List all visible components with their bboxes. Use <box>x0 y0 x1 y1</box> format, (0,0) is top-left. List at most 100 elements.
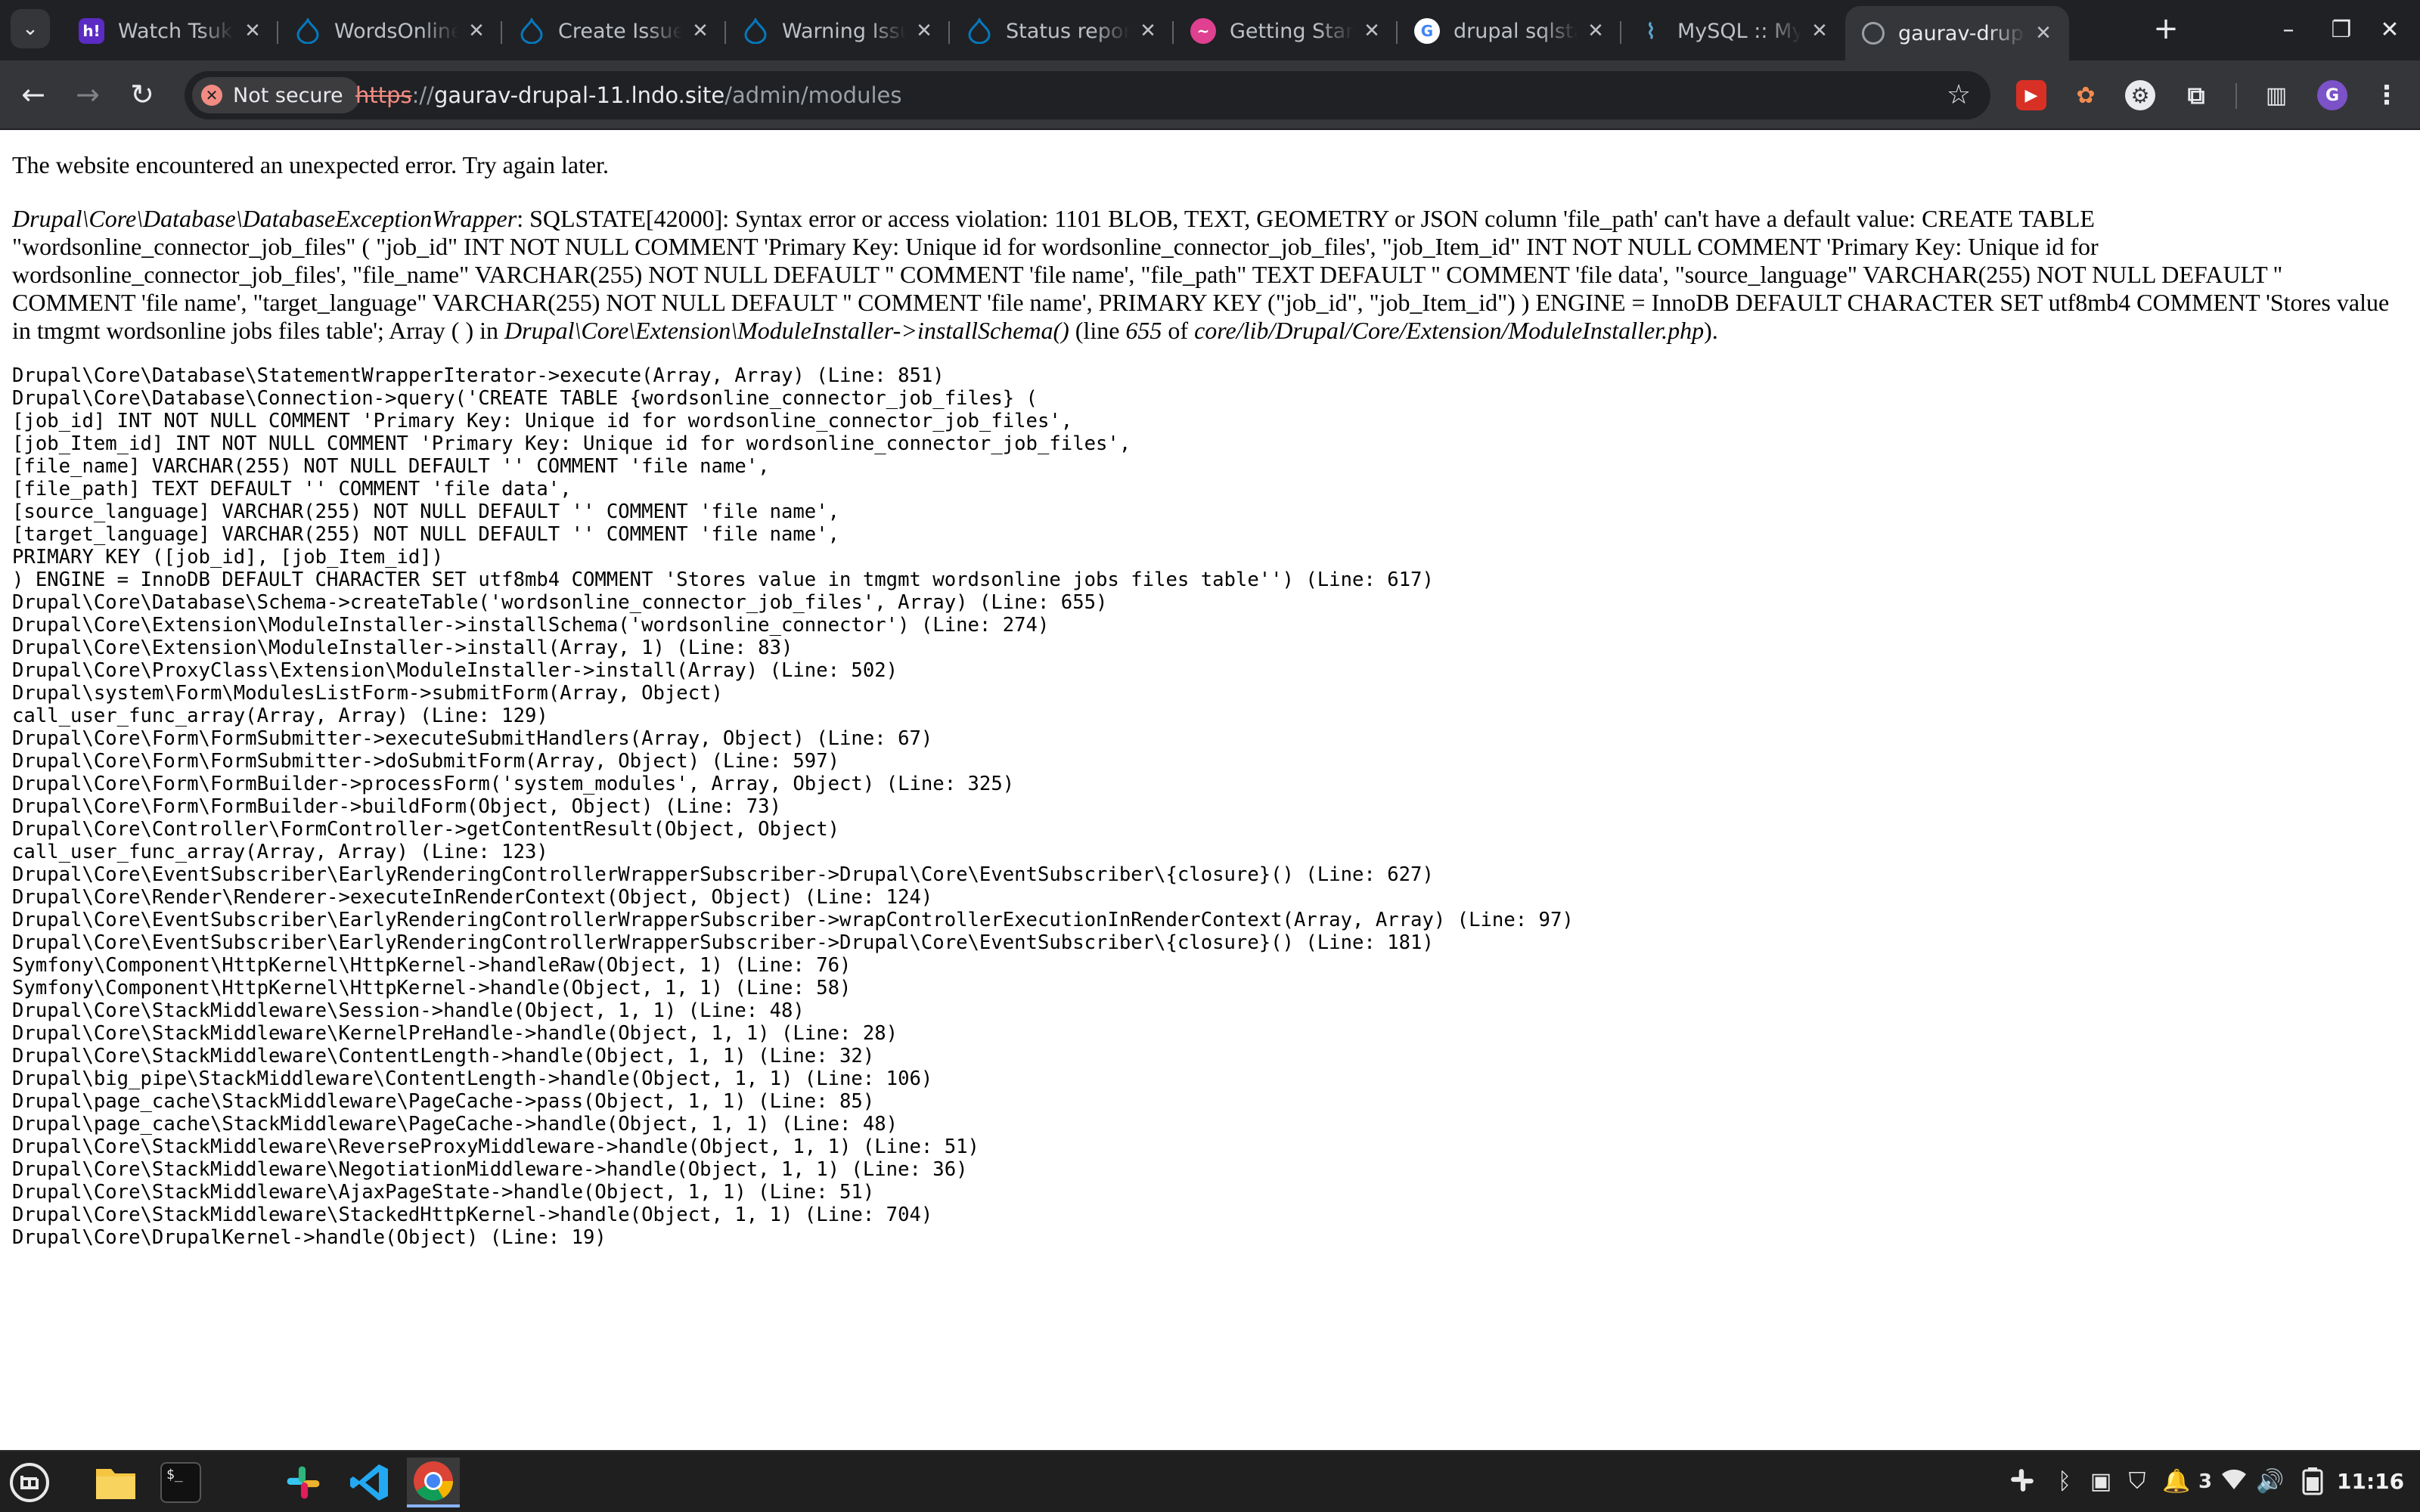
trace-line: Drupal\Core\Extension\ModuleInstaller->i… <box>12 637 793 659</box>
globe-icon <box>1862 22 1885 45</box>
tab-6[interactable]: Gdrupal sqlsta ✕ <box>1398 6 1621 56</box>
trace-line: ) ENGINE = InnoDB DEFAULT CHARACTER SET … <box>12 569 1434 591</box>
trace-line: [job_id] INT NOT NULL COMMENT 'Primary K… <box>12 410 1073 432</box>
taskbar-slack[interactable] <box>277 1458 330 1507</box>
tab-3[interactable]: Warning Issu ✕ <box>726 6 950 56</box>
url-text[interactable]: https://gaurav-drupal-11.lndo.site/admin… <box>355 71 901 119</box>
taskbar-vscode[interactable] <box>343 1458 396 1507</box>
forward-button[interactable]: → <box>68 76 107 115</box>
url-host: gaurav-drupal-11.lndo.site <box>433 82 725 108</box>
shield-icon[interactable]: ⛉ <box>2122 1467 2152 1497</box>
notifications-icon[interactable]: 🔔 <box>2161 1467 2192 1497</box>
trace-line: call_user_func_array(Array, Array) (Line… <box>12 705 548 727</box>
bookmark-star-button[interactable]: ☆ <box>1942 79 1975 112</box>
trace-line: Drupal\Core\StackMiddleware\AjaxPageStat… <box>12 1181 875 1204</box>
tray-slack-icon[interactable] <box>2007 1467 2037 1497</box>
close-tab-icon[interactable]: ✕ <box>1584 19 1608 43</box>
extension-red-icon: ▶ <box>2024 85 2038 105</box>
security-label: Not secure <box>233 83 343 107</box>
trace-line: Drupal\Core\Form\FormSubmitter->doSubmit… <box>12 750 840 773</box>
restore-icon: ❐ <box>2331 17 2352 43</box>
bluetooth-icon[interactable]: ᛒ <box>2049 1467 2080 1497</box>
tab-2[interactable]: Create Issue ✕ <box>502 6 726 56</box>
url-separator: :// <box>411 82 434 108</box>
close-tab-icon[interactable]: ✕ <box>1360 19 1384 43</box>
tab-7[interactable]: ⌇ MySQL :: MyS✕ <box>1621 6 1845 56</box>
wifi-icon[interactable] <box>2219 1467 2249 1497</box>
terminal-icon: $_ <box>160 1462 201 1503</box>
arrow-left-icon: ← <box>21 78 45 111</box>
star-icon: ☆ <box>1946 79 1972 110</box>
menu-button[interactable] <box>3 1458 56 1507</box>
extension-button-2[interactable]: ✿ <box>2071 80 2101 110</box>
trace-line: Drupal\Core\EventSubscriber\EarlyRenderi… <box>12 931 1434 954</box>
profile-initial: G <box>2325 85 2340 105</box>
close-window-button[interactable]: ✕ <box>2369 11 2411 50</box>
trace-line: Drupal\Core\StackMiddleware\ContentLengt… <box>12 1045 875 1067</box>
reload-button[interactable]: ↻ <box>123 76 162 115</box>
trace-line: Drupal\Core\StackMiddleware\Session->han… <box>12 999 805 1022</box>
tab-title: Watch Tsukin <box>118 19 234 43</box>
site-security-chip[interactable]: ✕ Not secure <box>192 77 360 113</box>
vscode-icon <box>350 1464 388 1501</box>
tab-title: Getting Start <box>1230 19 1354 43</box>
volume-icon[interactable]: 🔊 <box>2255 1467 2285 1497</box>
taskbar-files[interactable] <box>89 1458 142 1507</box>
close-tab-icon[interactable]: ✕ <box>1136 19 1160 43</box>
mint-logo-icon <box>10 1463 49 1502</box>
tab-1[interactable]: WordsOnline ✕ <box>278 6 502 56</box>
trace-line: call_user_func_array(Array, Array) (Line… <box>12 841 548 863</box>
clock[interactable]: 11:16 <box>2337 1467 2404 1497</box>
tab-4[interactable]: Status report ✕ <box>950 6 1174 56</box>
profile-avatar[interactable]: G <box>2317 80 2347 110</box>
tab-title: gaurav-drupa <box>1898 21 2025 45</box>
trace-line: Drupal\Core\Database\Connection->query('… <box>12 387 1038 410</box>
taskbar-terminal[interactable]: $_ <box>154 1458 207 1507</box>
taskbar-chrome[interactable] <box>407 1458 460 1507</box>
trace-line: [file_name] VARCHAR(255) NOT NULL DEFAUL… <box>12 455 770 478</box>
close-tab-icon[interactable]: ✕ <box>2031 21 2055 45</box>
close-tab-icon[interactable]: ✕ <box>464 19 489 43</box>
extension-button-1[interactable]: ▶ <box>2016 80 2046 110</box>
trace-line: Drupal\Core\Form\FormSubmitter->executeS… <box>12 727 933 750</box>
battery-icon[interactable] <box>2297 1467 2328 1497</box>
trace-line: Symfony\Component\HttpKernel\HttpKernel-… <box>12 977 852 999</box>
address-bar[interactable]: ✕ Not secure https://gaurav-drupal-11.ln… <box>185 71 1990 119</box>
arrow-right-icon: → <box>76 78 100 111</box>
trace-line: Drupal\Core\DrupalKernel->handle(Object)… <box>12 1226 607 1249</box>
trace-line: Drupal\Core\Extension\ModuleInstaller->i… <box>12 614 1050 637</box>
new-tab-button[interactable]: + <box>2148 12 2184 48</box>
notification-count: 3 <box>2198 1470 2213 1493</box>
back-button[interactable]: ← <box>14 76 53 115</box>
browser-menu-button[interactable]: ⋮ <box>2372 80 2402 110</box>
tab-0[interactable]: h! Watch Tsukin✕ <box>62 6 278 56</box>
trace-line: Drupal\big_pipe\StackMiddleware\ContentL… <box>12 1067 933 1090</box>
trace-line: Drupal\Core\StackMiddleware\KernelPreHan… <box>12 1022 898 1045</box>
trace-line: Drupal\Core\Database\StatementWrapperIte… <box>12 364 945 387</box>
trace-line: Drupal\Core\EventSubscriber\EarlyRenderi… <box>12 909 1574 931</box>
tab-search-button[interactable]: ⌄ <box>11 9 50 48</box>
tab-title: Create Issue <box>558 19 682 43</box>
reload-icon: ↻ <box>130 78 154 111</box>
close-tab-icon[interactable]: ✕ <box>240 19 265 43</box>
close-tab-icon[interactable]: ✕ <box>688 19 712 43</box>
tab-5[interactable]: ~ Getting Start ✕ <box>1174 6 1398 56</box>
extensions-menu-button[interactable]: ⧉ <box>2181 80 2211 110</box>
puzzle-icon: ⧉ <box>2187 80 2205 110</box>
cookie-icon: ✿ <box>2076 82 2096 109</box>
exception-class: Drupal\Core\Database\DatabaseExceptionWr… <box>12 205 517 232</box>
close-tab-icon[interactable]: ✕ <box>912 19 936 43</box>
close-tab-icon[interactable]: ✕ <box>1807 19 1832 43</box>
restore-button[interactable]: ❐ <box>2320 11 2363 50</box>
exception-file: core/lib/Drupal/Core/Extension/ModuleIns… <box>1194 317 1705 344</box>
os-taskbar: $_ ᛒ ▣ ⛉ 🔔 3 🔊 11:16 <box>0 1450 2420 1512</box>
minimize-button[interactable]: – <box>2267 11 2310 50</box>
tab-8[interactable]: gaurav-drupa ✕ <box>1845 6 2069 60</box>
trace-line: [file_path] TEXT DEFAULT '' COMMENT 'fil… <box>12 478 572 500</box>
side-panel-button[interactable]: ▥ <box>2261 80 2291 110</box>
exception-of: of <box>1162 317 1195 344</box>
extension-button-3[interactable]: ⚙ <box>2125 80 2155 110</box>
trace-line: Drupal\Core\StackMiddleware\ReverseProxy… <box>12 1136 979 1158</box>
tab-title: drupal sqlsta <box>1454 19 1578 43</box>
clipboard-icon[interactable]: ▣ <box>2086 1467 2116 1497</box>
